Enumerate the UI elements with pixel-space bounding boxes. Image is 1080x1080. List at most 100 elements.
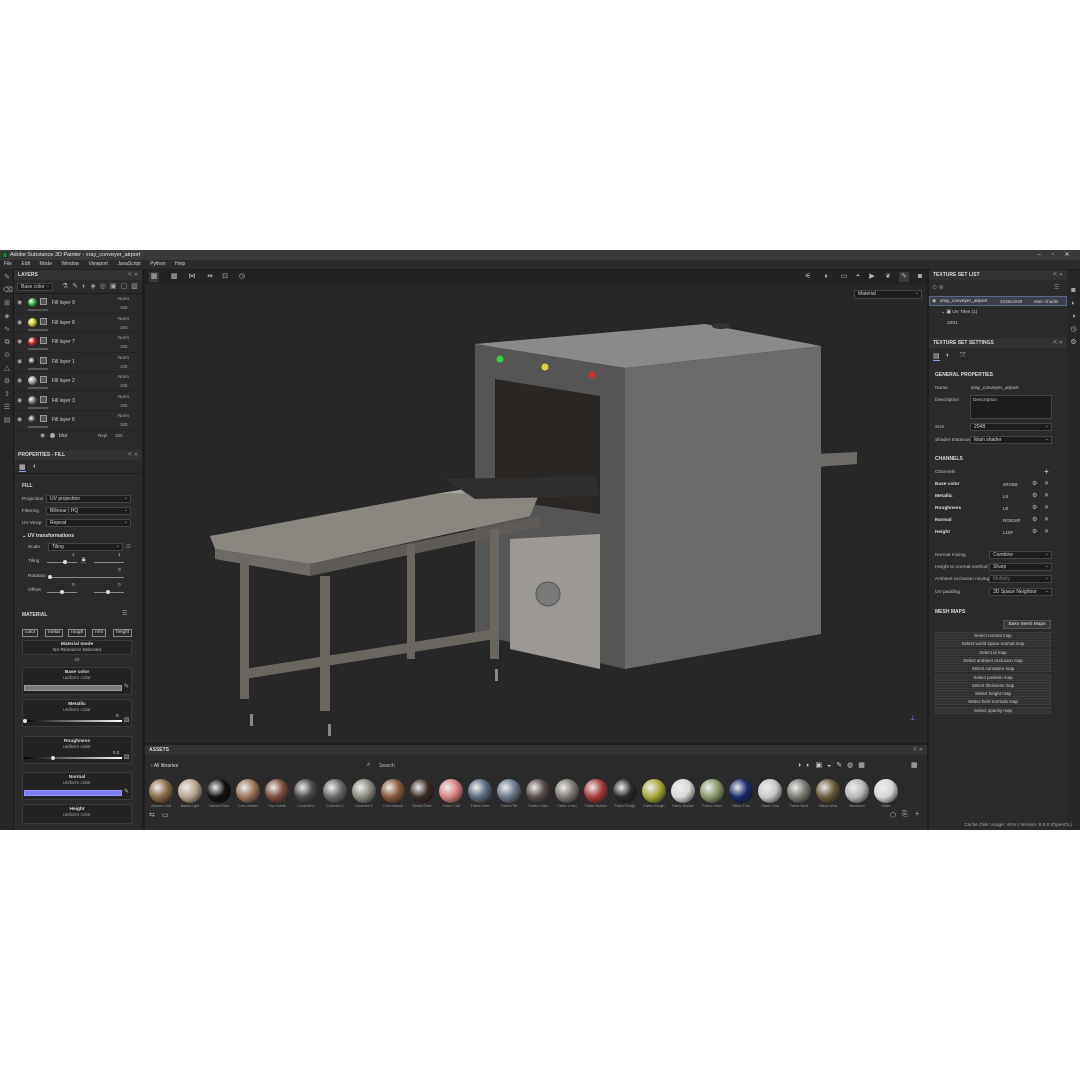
material-swatch[interactable] — [497, 779, 521, 803]
display-icon[interactable]: ▭ — [839, 272, 849, 282]
material-swatch[interactable] — [671, 779, 695, 803]
material-mode-box[interactable]: Material mode No Resource Selected — [22, 640, 132, 655]
library-tree[interactable]: › All libraries — [151, 763, 178, 769]
material-menu-icon[interactable]: ☰ — [122, 610, 127, 617]
frame-icon[interactable]: ⊡ — [220, 272, 230, 282]
grid-toggle-icon[interactable]: ▦ — [911, 761, 918, 769]
folder-icon[interactable]: ▭ — [162, 811, 169, 819]
layer-row[interactable]: ◉ Fill layer 7 Norm 100 — [14, 333, 142, 353]
tiling-slider-knob[interactable] — [63, 560, 67, 564]
scale-select[interactable]: Tiling — [48, 543, 123, 551]
layers-icon[interactable]: ☰ — [3, 404, 11, 412]
uv-tiles-row[interactable]: ⌄ ▣ UV Tiles (1) — [941, 310, 977, 315]
menu-javascript[interactable]: JavaScript — [117, 261, 140, 267]
material-swatch[interactable] — [439, 779, 463, 803]
offset-value[interactable]: 0 — [72, 583, 75, 588]
layer-blend[interactable]: Norm — [118, 355, 129, 360]
channel-select[interactable]: Base color — [17, 283, 53, 291]
offset-slider-2-knob[interactable] — [106, 590, 110, 594]
mask-thumbnail[interactable] — [40, 415, 47, 422]
material-swatch[interactable] — [584, 779, 608, 803]
offset-value-2[interactable]: 0 — [118, 583, 121, 588]
material-swatch[interactable] — [874, 779, 898, 803]
random-icon[interactable]: ⚄ — [124, 754, 129, 761]
tiling-value-2[interactable]: 1 — [118, 553, 121, 558]
mesh-map-slot[interactable]: Select id map — [935, 648, 1051, 656]
tiling-value[interactable]: 1 — [72, 553, 75, 558]
projection-icon[interactable]: ⊞ — [3, 300, 11, 308]
metallic-value[interactable]: 0 — [116, 713, 119, 718]
metallic-slider[interactable] — [24, 720, 122, 722]
add-icon[interactable]: + — [915, 811, 919, 818]
right-strip-icons[interactable]: ◙ ◐ ◑ ◷ ⚙ — [1067, 284, 1080, 349]
paint-brush-icon[interactable]: ✎ — [3, 274, 11, 282]
normal-mixing-select[interactable]: Combine — [989, 551, 1052, 559]
layer-opacity[interactable]: 100 — [120, 422, 128, 427]
description-field[interactable]: Description — [970, 395, 1052, 419]
material-swatch[interactable] — [178, 779, 202, 803]
metal-chip[interactable]: metal — [45, 629, 63, 637]
mesh-map-slot[interactable]: Select bent normals map — [935, 698, 1051, 706]
material-swatch[interactable] — [468, 779, 492, 803]
layer-opacity[interactable]: 100 — [120, 403, 128, 408]
uv-view-icon[interactable]: ▩ — [169, 272, 179, 282]
remove-channel-icon[interactable]: ✕ — [1044, 480, 1049, 487]
size-select[interactable]: 2048 — [970, 423, 1052, 431]
layer-row[interactable]: ◉ Fill layer 3 Norm 100 — [14, 392, 142, 411]
material-swatch[interactable] — [613, 779, 637, 803]
visibility-eye-icon[interactable]: ◉ — [17, 358, 22, 365]
brush-mode-icon[interactable]: ✎ — [899, 272, 909, 282]
height-method-select[interactable]: Sharp — [989, 563, 1052, 571]
material-swatch[interactable] — [294, 779, 318, 803]
layer-row[interactable]: ◉ Fill layer 8 Norm 100 — [14, 314, 142, 333]
history-icon[interactable]: ◷ — [237, 272, 247, 282]
visibility-eye-icon[interactable]: ◉ — [17, 319, 22, 326]
shelf-icon[interactable]: ▤ — [3, 417, 11, 425]
channel-row[interactable]: Metallic L8 ⚙ ✕ — [929, 492, 1067, 502]
bake-mesh-maps-button[interactable]: Bake Mesh Maps — [1003, 620, 1051, 629]
menu-python[interactable]: Python — [150, 261, 166, 267]
visibility-eye-icon[interactable]: ◉ — [932, 298, 936, 304]
hexagon-icon[interactable]: ⬡ — [890, 811, 896, 819]
remove-channel-icon[interactable]: ✕ — [1044, 492, 1049, 499]
layer-blend[interactable]: Norm — [118, 335, 129, 340]
remove-channel-icon[interactable]: ✕ — [1044, 504, 1049, 511]
shader-icon[interactable]: ◓ — [853, 272, 863, 282]
channel-format[interactable]: L8 — [1003, 506, 1008, 511]
layer-row[interactable]: ◉ Fill layer 1 Norm 100 — [14, 353, 142, 372]
visibility-eye-icon[interactable]: ◉ — [17, 397, 22, 404]
panel-controls-icon[interactable]: ⇱ ✕ — [913, 745, 923, 755]
random-icon[interactable]: ⚄ — [124, 717, 129, 724]
uvwrap-select[interactable]: Repeat — [46, 519, 131, 527]
color-chip[interactable]: color — [22, 629, 39, 637]
bake-tab-icon[interactable]: ◐ — [946, 352, 950, 359]
rotation-value[interactable]: 0 — [118, 568, 121, 573]
mask-thumbnail[interactable] — [40, 298, 47, 305]
material-swatch[interactable] — [207, 779, 231, 803]
layer-opacity[interactable]: 100 — [120, 325, 128, 330]
mesh-map-slot[interactable]: Select world space normal map — [935, 640, 1051, 648]
uv-padding-select[interactable]: 3D Space Neighbor — [989, 588, 1052, 596]
rough-chip[interactable]: rough — [68, 629, 87, 637]
channel-settings-icon[interactable]: ⚙ — [1032, 504, 1037, 511]
material-swatch[interactable] — [323, 779, 347, 803]
offset-slider-knob[interactable] — [60, 590, 64, 594]
channel-settings-icon[interactable]: ⚙ — [1032, 516, 1037, 523]
uv-transformations-title[interactable]: ⌄ UV transformations — [22, 533, 74, 539]
channel-format[interactable]: L16F — [1003, 530, 1013, 535]
uv-tile-item[interactable]: 1001 — [947, 321, 958, 326]
layer-blend[interactable]: Norm — [118, 296, 129, 301]
material-swatch[interactable] — [265, 779, 289, 803]
mask-thumbnail[interactable] — [40, 337, 47, 344]
eyedropper-icon[interactable]: ✎ — [124, 788, 129, 795]
texture-set-shader[interactable]: Main shader — [1034, 299, 1059, 304]
layer-row[interactable]: ◉ Fill layer 2 Norm 100 — [14, 372, 142, 392]
channel-settings-icon[interactable]: ⚙ — [1032, 480, 1037, 487]
screenshot-icon[interactable]: ◙ — [915, 272, 925, 282]
maximize-icon[interactable]: ▫ — [1046, 250, 1060, 260]
shader-instance-select[interactable]: Main shader — [970, 436, 1052, 444]
mesh-map-slot[interactable]: Select normal map — [935, 632, 1051, 639]
channel-row[interactable]: Height L16F ⚙ ✕ — [929, 528, 1067, 538]
metallic-slider-knob[interactable] — [23, 719, 27, 723]
panel-controls-icon[interactable]: ⇱ ✕ — [1053, 270, 1063, 280]
